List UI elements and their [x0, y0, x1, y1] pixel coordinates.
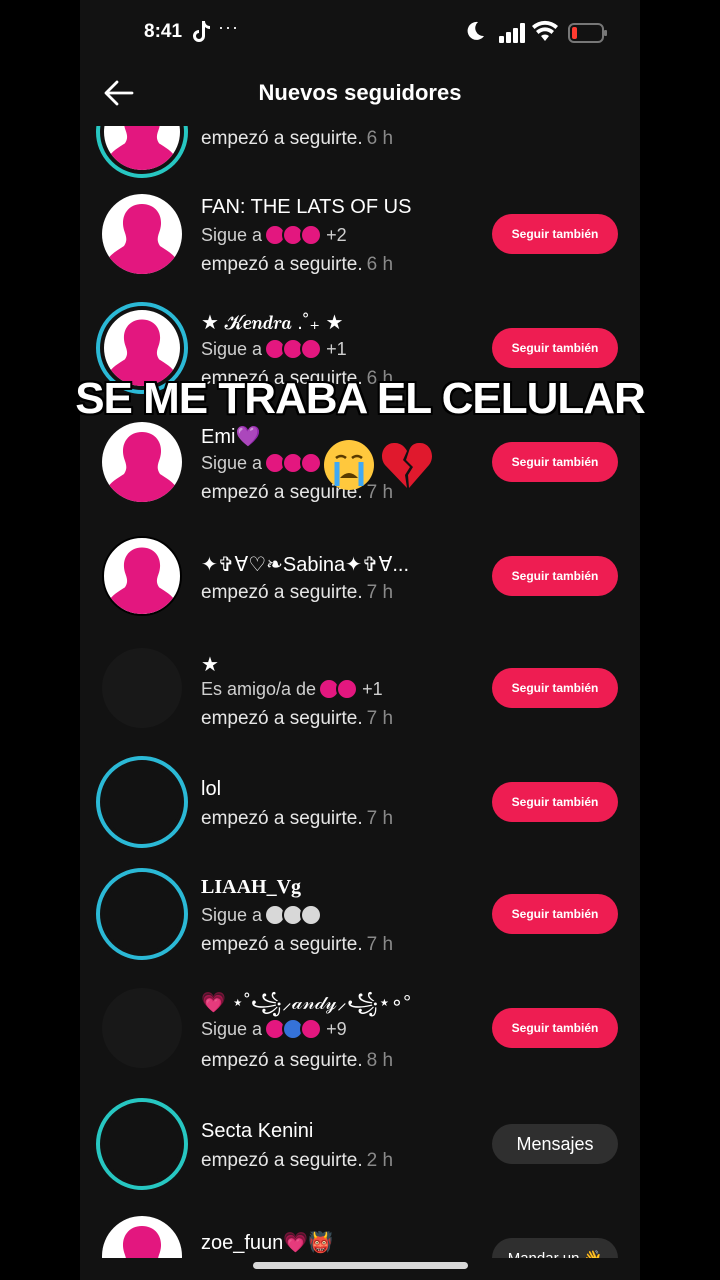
follow-back-button[interactable]: Seguir también — [492, 328, 618, 368]
follow-action: empezó a seguirte. 6 h — [201, 254, 394, 275]
wifi-icon — [532, 20, 558, 41]
follow-back-button[interactable]: Seguir también — [492, 1008, 618, 1048]
follow-back-button[interactable]: Seguir también — [492, 214, 618, 254]
list-item[interactable]: zoe_fuun💗👹 Mandar un 👋 — [80, 1214, 640, 1258]
avatar[interactable] — [96, 126, 188, 178]
username[interactable]: Secta Kenini — [201, 1120, 313, 1143]
mutual-follow-info: Sigue a +1 — [201, 338, 347, 360]
username[interactable]: Emi💜 — [201, 424, 260, 449]
follow-back-button[interactable]: Seguir también — [492, 668, 618, 708]
message-button[interactable]: Mensajes — [492, 1124, 618, 1164]
wave-button[interactable]: Mandar un 👋 — [492, 1238, 618, 1258]
mutual-follow-info: Sigue a +9 — [201, 1018, 347, 1040]
broken-heart-emoji-icon — [381, 442, 433, 488]
follow-back-button[interactable]: Seguir también — [492, 894, 618, 934]
follow-action: empezó a seguirte. 6 h — [201, 128, 394, 149]
username[interactable]: zoe_fuun💗👹 — [201, 1230, 333, 1255]
silhouette-avatar-icon — [123, 1226, 161, 1258]
follow-action: empezó a seguirte. 7 h — [201, 708, 394, 729]
follow-back-button[interactable]: Seguir también — [492, 556, 618, 596]
tiktok-icon — [193, 21, 210, 42]
follow-back-button[interactable]: Seguir también — [492, 782, 618, 822]
avatar[interactable] — [102, 194, 182, 274]
silhouette-avatar-icon — [107, 547, 177, 614]
status-bar: 8:41 ··· — [80, 0, 640, 66]
status-dots: ··· — [218, 17, 239, 37]
username[interactable]: FAN: THE LATS OF US — [201, 196, 411, 219]
avatar[interactable] — [96, 868, 188, 960]
crying-face-emoji-icon — [324, 440, 374, 490]
avatar[interactable] — [96, 756, 188, 848]
signal-icon — [499, 23, 525, 43]
avatar[interactable] — [96, 1098, 188, 1190]
avatar[interactable] — [102, 536, 182, 616]
avatar[interactable] — [102, 1216, 182, 1258]
list-item[interactable]: ✦✞Ɐ♡❧Sabina✦✞Ɐ... empezó a seguirte. 7 h … — [80, 536, 640, 616]
overlay-caption: SE ME TRABA EL CELULAR — [75, 374, 646, 423]
mutual-follow-info: Es amigo/a de +1 — [201, 678, 383, 700]
list-item[interactable]: FAN: THE LATS OF US Sigue a +2 empezó a s… — [80, 192, 640, 288]
list-item[interactable]: 💗 ⋆˚꧁⸝𝒶𝓃𝒹𝓎⸝꧁⋆∘° Sigue a +9 empezó a segui… — [80, 988, 640, 1084]
follow-action: empezó a seguirte. 7 h — [201, 934, 394, 955]
mutual-follow-info: Sigue a — [201, 904, 323, 926]
avatar[interactable] — [102, 422, 182, 502]
battery-icon — [568, 23, 607, 43]
silhouette-avatar-icon — [107, 126, 177, 170]
home-indicator[interactable] — [253, 1262, 468, 1269]
moon-icon — [467, 21, 484, 40]
follow-action: empezó a seguirte. 7 h — [201, 808, 394, 829]
followers-list[interactable]: empezó a seguirte. 6 h FAN: THE LATS OF U… — [80, 126, 640, 1258]
list-item[interactable]: ★ Es amigo/a de +1 empezó a seguirte. 7 h … — [80, 646, 640, 742]
username[interactable]: ★ 𝓚𝒆𝒏𝒅𝒓𝒂 .˚₊ ★ — [201, 310, 343, 335]
nav-bar: Nuevos seguidores — [80, 66, 640, 122]
page-title: Nuevos seguidores — [258, 80, 462, 105]
follow-action: empezó a seguirte. 8 h — [201, 1050, 394, 1071]
username[interactable]: ★ — [201, 652, 219, 677]
follow-back-button[interactable]: Seguir también — [492, 442, 618, 482]
mutual-follow-info: Sigue a — [201, 452, 326, 474]
phone-screen: 8:41 ··· Nuevos seguidores empezó a segu… — [80, 0, 640, 1280]
status-time: 8:41 — [144, 21, 183, 42]
username[interactable]: ✦✞Ɐ♡❧Sabina✦✞Ɐ... — [201, 552, 409, 577]
username[interactable]: lol — [201, 778, 221, 801]
list-item[interactable]: lol empezó a seguirte. 7 h Seguir también — [80, 756, 640, 852]
list-item[interactable]: Secta Kenini empezó a seguirte. 2 h Mensa… — [80, 1098, 640, 1194]
avatar[interactable] — [102, 988, 182, 1068]
avatar[interactable] — [102, 648, 182, 728]
list-item[interactable]: empezó a seguirte. 6 h — [80, 126, 640, 182]
silhouette-avatar-icon — [106, 432, 178, 502]
username[interactable]: LIAAH_Vg — [201, 876, 301, 899]
mutual-follow-info: Sigue a +2 — [201, 224, 347, 246]
silhouette-avatar-icon — [106, 204, 178, 274]
follow-action: empezó a seguirte. 7 h — [201, 582, 394, 603]
follow-action: empezó a seguirte. 2 h — [201, 1150, 394, 1171]
list-item[interactable]: LIAAH_Vg Sigue a empezó a seguirte. 7 h S… — [80, 868, 640, 964]
